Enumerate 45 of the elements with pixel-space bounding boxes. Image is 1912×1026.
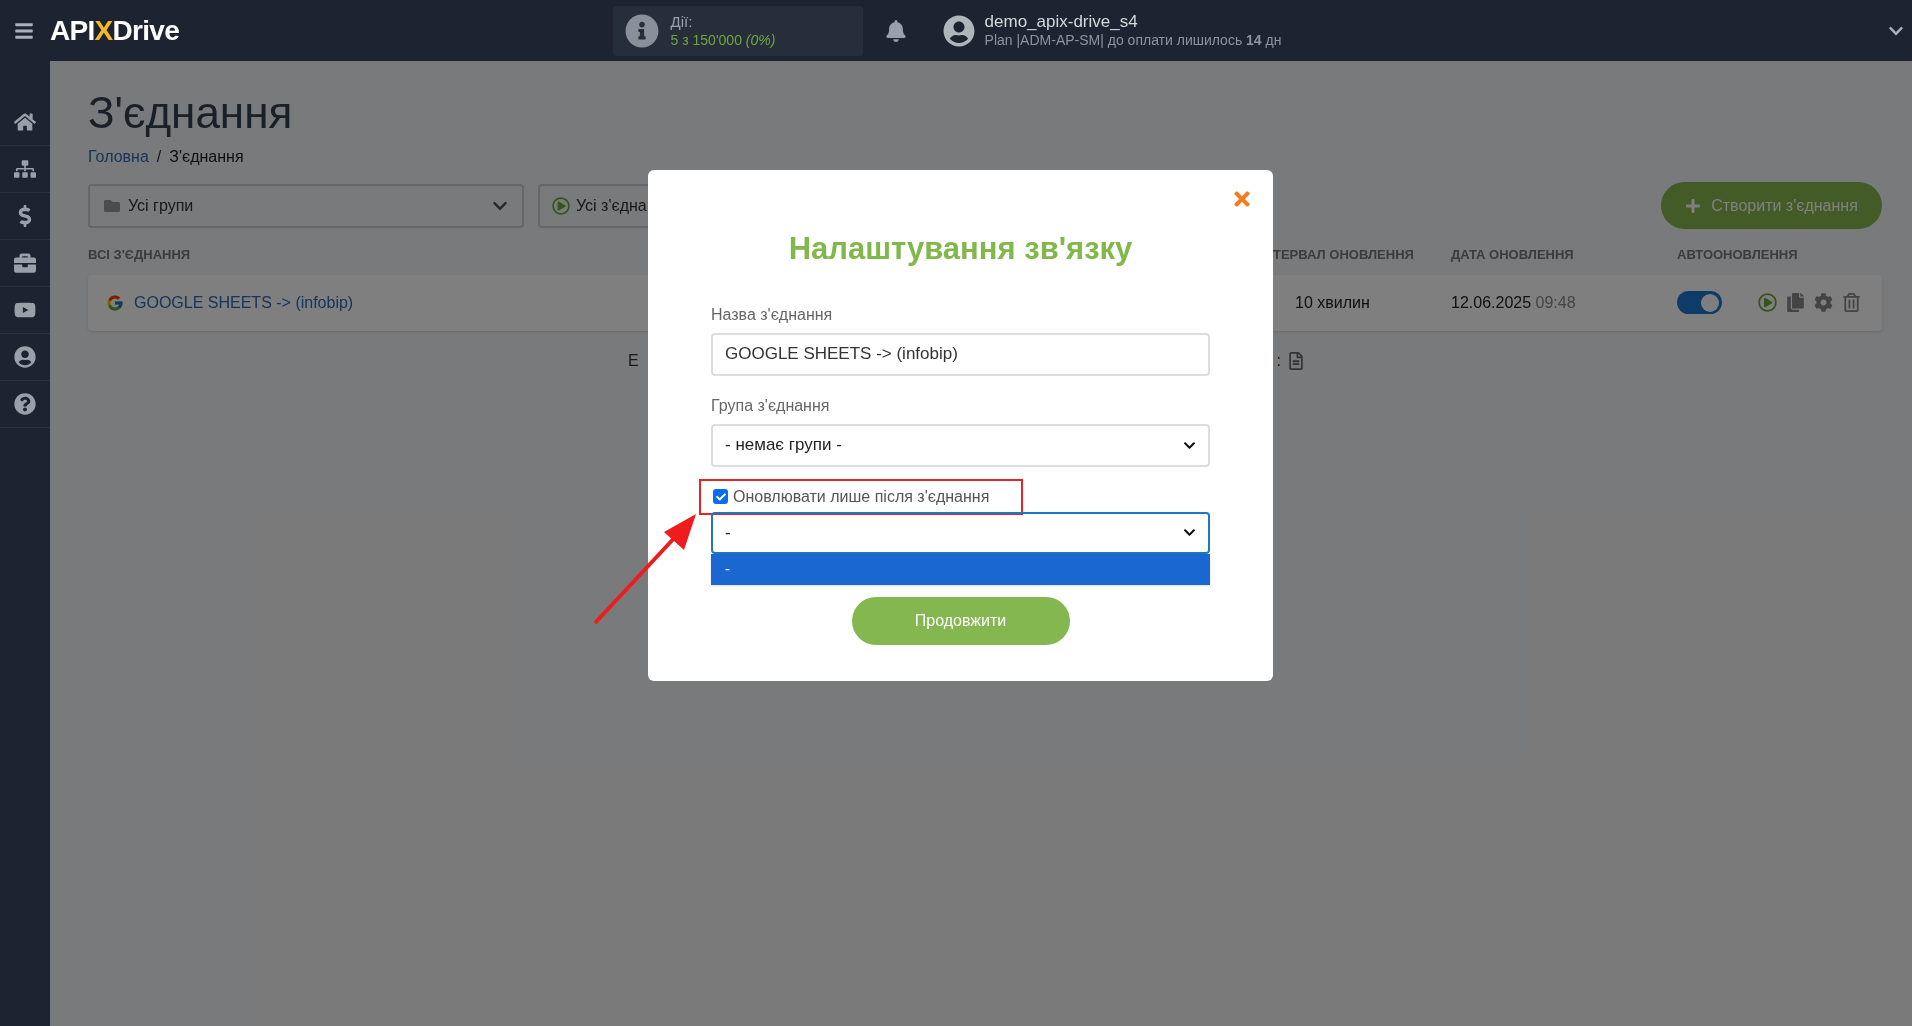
user-name[interactable]: demo_apix-drive_s4	[984, 11, 1455, 31]
play-icon	[552, 196, 570, 215]
field-label: Назва з'єднання	[711, 304, 834, 325]
group-select[interactable]: - немає групи -	[711, 423, 1210, 467]
bell-icon[interactable]	[884, 19, 907, 42]
column-header: ВСІ З'ЄДНАННЯ	[88, 247, 191, 262]
checkbox[interactable]	[713, 489, 728, 504]
column-header: АВТООНОВЛЕННЯ	[1677, 246, 1799, 264]
plan-info: Plan |ADM-AP-SM| до оплати лишилось 14 дн	[984, 30, 1283, 50]
interval-cell-text: 10 хвилин	[1294, 292, 1371, 313]
copy-icon[interactable]	[1786, 293, 1805, 312]
footer-text: :	[1276, 350, 1281, 371]
actions-count: 5 з 150'000 (0%)	[670, 30, 776, 49]
column-header: ТЕРВАЛ ОНОВЛЕННЯ	[1273, 246, 1415, 264]
info-icon	[624, 13, 659, 48]
date-cell-text: 12.06.2025 09:48	[1451, 292, 1577, 313]
actions-label: Дії:	[670, 12, 694, 31]
plus-icon	[1685, 197, 1702, 214]
group-filter[interactable]: Усі групи	[88, 183, 524, 228]
trash-icon[interactable]	[1842, 293, 1861, 312]
avatar-icon[interactable]	[942, 14, 975, 47]
autoupdate-toggle[interactable]	[1677, 291, 1722, 314]
logo[interactable]: APIXDrive	[50, 9, 180, 52]
settings-icon[interactable]	[1814, 293, 1833, 312]
update-select[interactable]: -	[711, 511, 1210, 554]
document-icon[interactable]	[1287, 351, 1305, 370]
sitemap-icon[interactable]	[14, 158, 36, 180]
google-icon	[106, 293, 124, 312]
checkbox-label[interactable]: Оновлювати лише після з'єднання	[733, 484, 990, 509]
name-input[interactable]: GOOGLE SHEETS -> (infobip)	[711, 332, 1210, 376]
column-header: ДАТА ОНОВЛЕННЯ	[1451, 246, 1575, 264]
chevron-icon	[1183, 526, 1196, 539]
folder-icon	[104, 197, 120, 214]
modal-title: Налаштування зв'язку	[788, 230, 1133, 268]
help-icon[interactable]	[14, 393, 36, 415]
page-title: З'єднання	[88, 87, 294, 139]
breadcrumb-current: З'єднання	[169, 147, 244, 167]
field-label: Група з'єднання	[711, 395, 831, 416]
home-icon[interactable]	[14, 111, 36, 133]
dropdown-option[interactable]: -	[711, 553, 1210, 585]
footer-text: Е	[628, 350, 639, 371]
menu-icon[interactable]	[14, 20, 34, 41]
breadcrumb-separator: /	[156, 147, 162, 167]
user-icon[interactable]	[14, 346, 36, 368]
briefcase-icon[interactable]	[14, 252, 36, 274]
